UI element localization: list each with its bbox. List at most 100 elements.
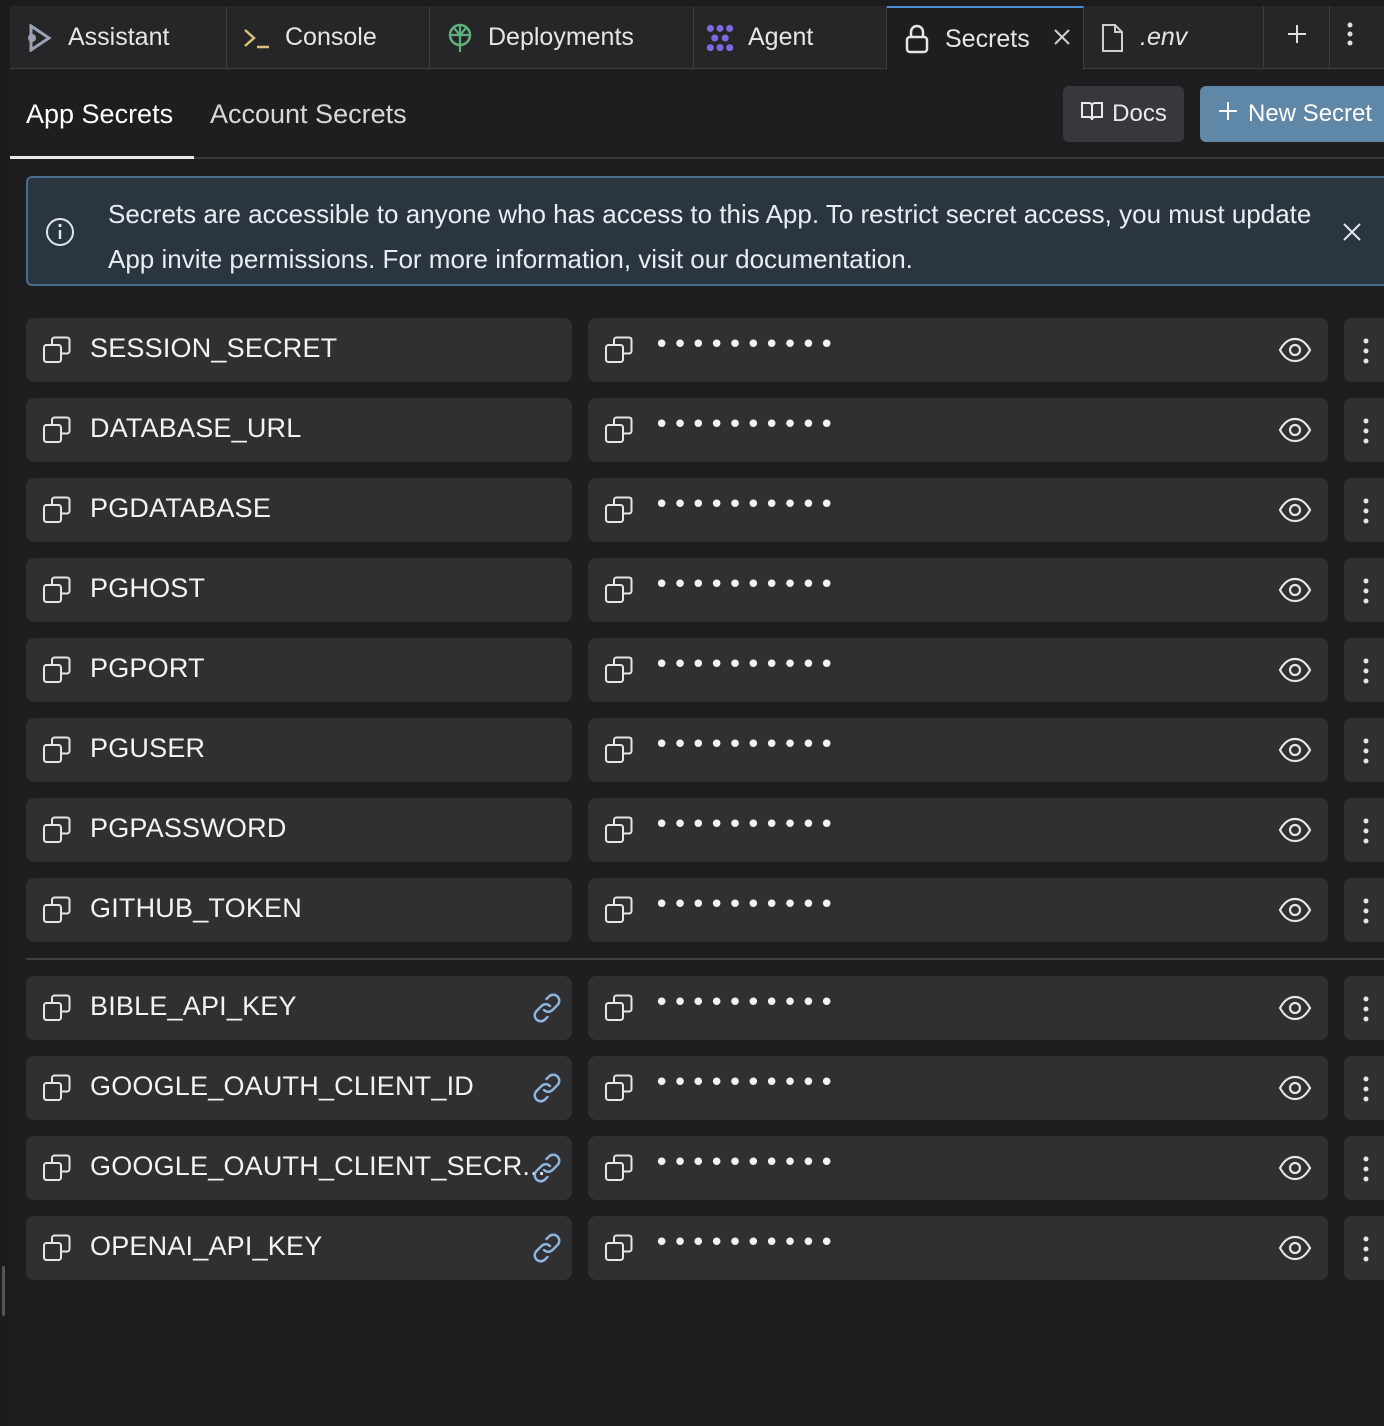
close-banner-icon[interactable] [1340, 220, 1364, 244]
secret-value-field[interactable]: •••••••••• [588, 1216, 1328, 1280]
copy-icon[interactable] [604, 815, 634, 845]
docs-button[interactable]: Docs [1063, 86, 1184, 142]
secret-value-field[interactable]: •••••••••• [588, 976, 1328, 1040]
masked-value: •••••••••• [654, 1148, 838, 1178]
secret-key-field[interactable]: PGPASSWORD [26, 798, 572, 862]
secret-value-field[interactable]: •••••••••• [588, 638, 1328, 702]
row-menu-button[interactable] [1344, 478, 1384, 542]
copy-icon[interactable] [604, 335, 634, 365]
secret-value-field[interactable]: •••••••••• [588, 318, 1328, 382]
link-icon[interactable] [531, 1073, 563, 1103]
copy-icon[interactable] [42, 575, 72, 605]
link-icon[interactable] [531, 993, 563, 1023]
secret-key-name: GOOGLE_OAUTH_CLIENT_ID [90, 1071, 474, 1101]
copy-icon[interactable] [42, 1153, 72, 1183]
copy-icon[interactable] [42, 335, 72, 365]
eye-icon[interactable] [1278, 816, 1312, 844]
row-menu-button[interactable] [1344, 878, 1384, 942]
copy-icon[interactable] [604, 1073, 634, 1103]
copy-icon[interactable] [604, 415, 634, 445]
secret-value-field[interactable]: •••••••••• [588, 878, 1328, 942]
secret-value-field[interactable]: •••••••••• [588, 718, 1328, 782]
eye-icon[interactable] [1278, 576, 1312, 604]
copy-icon[interactable] [42, 735, 72, 765]
secret-key-field[interactable]: SESSION_SECRET [26, 318, 572, 382]
secret-value-field[interactable]: •••••••••• [588, 798, 1328, 862]
secret-key-field[interactable]: BIBLE_API_KEY [26, 976, 572, 1040]
secret-value-field[interactable]: •••••••••• [588, 1056, 1328, 1120]
tab-label: Secrets [945, 24, 1030, 53]
eye-icon[interactable] [1278, 1234, 1312, 1262]
docs-label: Docs [1112, 100, 1167, 127]
tab-account-secrets[interactable]: Account Secrets [210, 99, 407, 130]
secret-key-field[interactable]: GOOGLE_OAUTH_CLIENT_SECR... [26, 1136, 572, 1200]
eye-icon[interactable] [1278, 736, 1312, 764]
secret-key-field[interactable]: GITHUB_TOKEN [26, 878, 572, 942]
secret-value-field[interactable]: •••••••••• [588, 558, 1328, 622]
copy-icon[interactable] [604, 1233, 634, 1263]
eye-icon[interactable] [1278, 656, 1312, 684]
row-menu-button[interactable] [1344, 1136, 1384, 1200]
close-tab-icon[interactable] [1051, 26, 1073, 50]
link-icon[interactable] [531, 1153, 563, 1183]
resize-handle[interactable] [2, 1266, 5, 1316]
new-secret-button[interactable]: New Secret [1200, 86, 1384, 142]
secret-value-field[interactable]: •••••••••• [588, 1136, 1328, 1200]
row-menu-button[interactable] [1344, 638, 1384, 702]
tab-env[interactable]: .env [1084, 6, 1264, 69]
copy-icon[interactable] [42, 993, 72, 1023]
secret-key-field[interactable]: PGPORT [26, 638, 572, 702]
secret-key-field[interactable]: PGDATABASE [26, 478, 572, 542]
secret-key-field[interactable]: DATABASE_URL [26, 398, 572, 462]
tab-agent[interactable]: Agent [694, 6, 887, 69]
copy-icon[interactable] [604, 495, 634, 525]
row-menu-button[interactable] [1344, 976, 1384, 1040]
copy-icon[interactable] [42, 1073, 72, 1103]
row-menu-button[interactable] [1344, 318, 1384, 382]
secret-value-field[interactable]: •••••••••• [588, 398, 1328, 462]
eye-icon[interactable] [1278, 1154, 1312, 1182]
row-menu-button[interactable] [1344, 718, 1384, 782]
tab-menu-button[interactable] [1330, 6, 1370, 69]
eye-icon[interactable] [1278, 496, 1312, 524]
masked-value: •••••••••• [654, 730, 838, 760]
eye-icon[interactable] [1278, 896, 1312, 924]
eye-icon[interactable] [1278, 1074, 1312, 1102]
copy-icon[interactable] [604, 575, 634, 605]
copy-icon[interactable] [42, 495, 72, 525]
secret-value-field[interactable]: •••••••••• [588, 478, 1328, 542]
row-menu-button[interactable] [1344, 1216, 1384, 1280]
copy-icon[interactable] [604, 735, 634, 765]
copy-icon[interactable] [604, 655, 634, 685]
secret-key-field[interactable]: OPENAI_API_KEY [26, 1216, 572, 1280]
tab-console[interactable]: Console [227, 6, 430, 69]
row-menu-button[interactable] [1344, 798, 1384, 862]
tab-secrets[interactable]: Secrets [887, 6, 1084, 70]
tab-app-secrets[interactable]: App Secrets [26, 99, 173, 130]
secret-key-field[interactable]: PGUSER [26, 718, 572, 782]
terminal-icon [243, 24, 271, 52]
eye-icon[interactable] [1278, 336, 1312, 364]
row-menu-button[interactable] [1344, 398, 1384, 462]
secret-key-field[interactable]: PGHOST [26, 558, 572, 622]
copy-icon[interactable] [42, 895, 72, 925]
link-icon[interactable] [531, 1233, 563, 1263]
copy-icon[interactable] [42, 1233, 72, 1263]
row-menu-button[interactable] [1344, 1056, 1384, 1120]
secret-row: GITHUB_TOKEN •••••••••• [26, 878, 1384, 942]
copy-icon[interactable] [42, 815, 72, 845]
copy-icon[interactable] [604, 895, 634, 925]
eye-icon[interactable] [1278, 994, 1312, 1022]
tab-deployments[interactable]: Deployments [430, 6, 694, 69]
row-menu-button[interactable] [1344, 558, 1384, 622]
copy-icon[interactable] [42, 415, 72, 445]
active-tab-indicator [10, 156, 194, 159]
new-tab-button[interactable] [1264, 6, 1330, 69]
copy-icon[interactable] [42, 655, 72, 685]
copy-icon[interactable] [604, 993, 634, 1023]
secret-key-field[interactable]: GOOGLE_OAUTH_CLIENT_ID [26, 1056, 572, 1120]
copy-icon[interactable] [604, 1153, 634, 1183]
tab-bar: Assistant Console Deployments Agent Secr… [10, 6, 1384, 70]
tab-assistant[interactable]: Assistant [10, 6, 227, 69]
eye-icon[interactable] [1278, 416, 1312, 444]
